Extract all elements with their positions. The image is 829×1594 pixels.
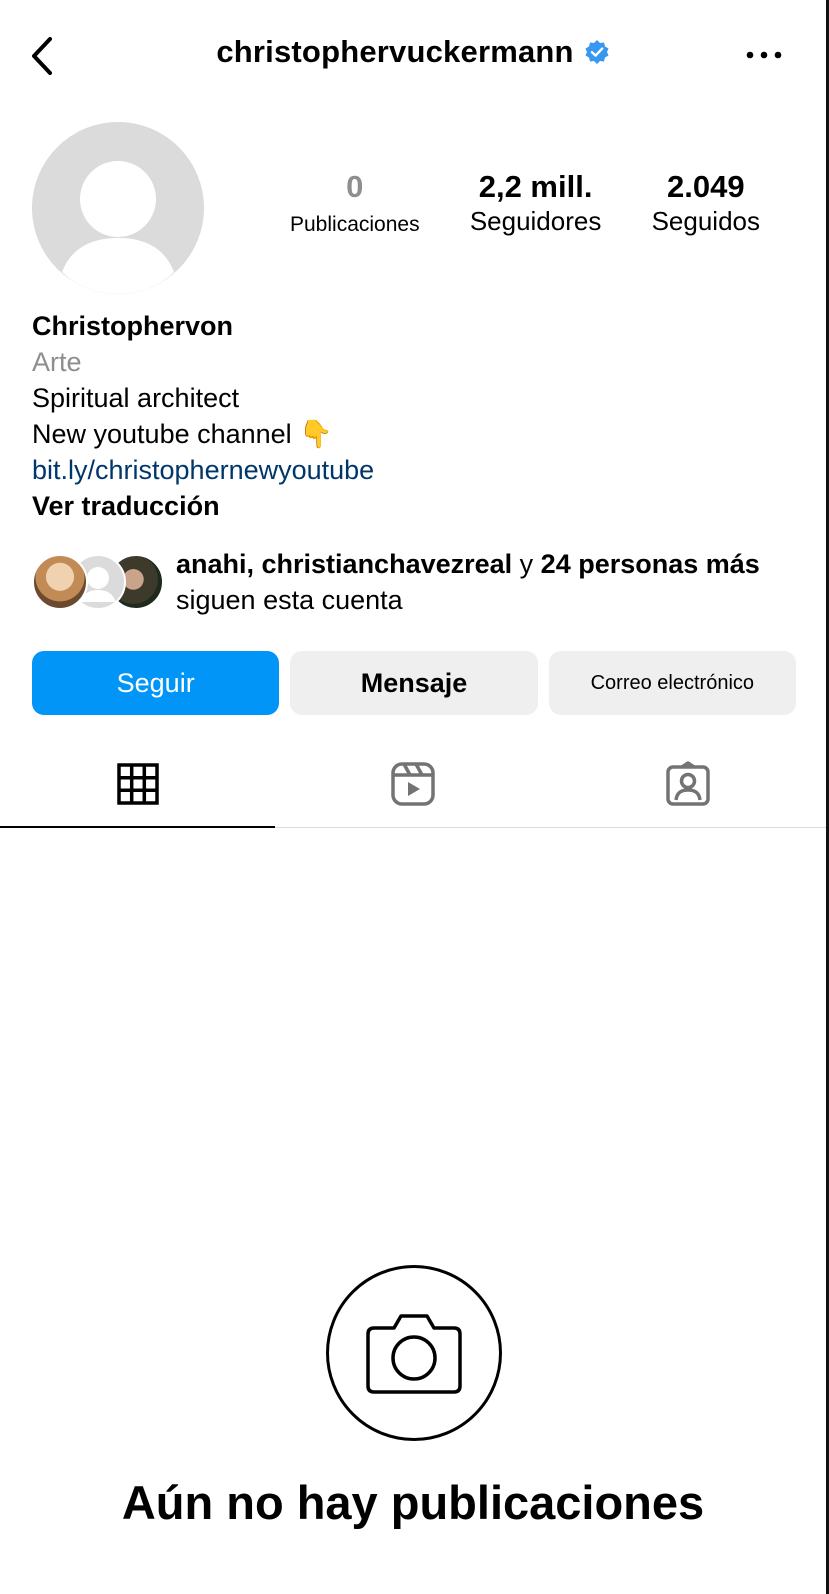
default-avatar-icon bbox=[32, 122, 204, 294]
profile-bio: Christophervon Arte Spiritual architect … bbox=[32, 308, 792, 524]
follower-avatar bbox=[32, 554, 88, 610]
bio-line: New youtube channel 👇 bbox=[32, 419, 333, 449]
tab-tagged[interactable] bbox=[551, 740, 826, 827]
top-nav-bar: christophervuckermann bbox=[0, 0, 826, 112]
stat-followers[interactable]: 2,2 mill. Seguidores bbox=[470, 168, 602, 239]
see-translation-link[interactable]: Ver traducción bbox=[32, 488, 792, 524]
tagged-icon bbox=[666, 760, 711, 806]
follower-names: anahi, christianchavezreal bbox=[176, 549, 513, 579]
empty-state-camera bbox=[326, 1265, 502, 1441]
message-button[interactable]: Mensaje bbox=[290, 651, 538, 715]
profile-stats: 0 Publicaciones 2,2 mill. Seguidores 2.0… bbox=[290, 168, 760, 239]
more-horizontal-icon bbox=[746, 51, 782, 59]
following-label: Seguidos bbox=[651, 206, 760, 237]
verified-badge-icon bbox=[584, 39, 610, 65]
followed-by-section[interactable]: anahi, christianchavezreal y 24 personas… bbox=[32, 546, 812, 616]
following-count: 2.049 bbox=[667, 169, 745, 204]
category-label: Arte bbox=[32, 347, 82, 377]
followed-by-connector: y bbox=[512, 549, 541, 579]
username-title-group: christophervuckermann bbox=[0, 34, 826, 70]
posts-label: Publicaciones bbox=[290, 213, 420, 237]
profile-actions: Seguir Mensaje Correo electrónico bbox=[32, 651, 796, 715]
followed-by-suffix: siguen esta cuenta bbox=[176, 585, 403, 615]
followed-by-others: 24 personas más bbox=[540, 549, 760, 579]
followers-count: 2,2 mill. bbox=[478, 169, 593, 204]
follower-avatars bbox=[32, 554, 164, 612]
more-options-button[interactable] bbox=[744, 40, 784, 70]
followed-by-text: anahi, christianchavezreal y 24 personas… bbox=[176, 546, 760, 618]
profile-tabs bbox=[0, 740, 826, 828]
grid-icon bbox=[116, 762, 159, 805]
empty-state-title: Aún no hay publicaciones bbox=[121, 1476, 705, 1529]
email-button[interactable]: Correo electrónico bbox=[548, 651, 796, 715]
display-name: Christophervon bbox=[32, 311, 234, 341]
stat-posts[interactable]: 0 Publicaciones bbox=[290, 168, 420, 239]
bio-link[interactable]: bit.ly/christophernewyoutube bbox=[32, 452, 792, 488]
followers-label: Seguidores bbox=[469, 206, 602, 237]
tab-reels[interactable] bbox=[275, 740, 550, 827]
profile-avatar[interactable] bbox=[32, 122, 204, 294]
tab-posts-grid[interactable] bbox=[0, 740, 276, 828]
username-title: christophervuckermann bbox=[216, 34, 574, 69]
followed-by-line1: anahi, christianchavezreal y 24 personas… bbox=[176, 546, 760, 582]
posts-count: 0 bbox=[346, 169, 364, 204]
follow-button[interactable]: Seguir bbox=[32, 651, 280, 715]
bio-line: Spiritual architect bbox=[32, 383, 240, 413]
stat-following[interactable]: 2.049 Seguidos bbox=[652, 168, 760, 239]
reels-icon bbox=[391, 761, 435, 806]
camera-icon bbox=[366, 1314, 462, 1394]
